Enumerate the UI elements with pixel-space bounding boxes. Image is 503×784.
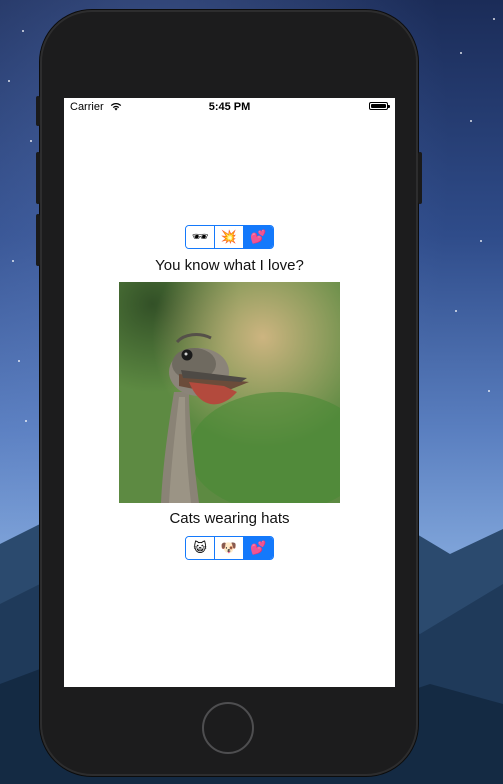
segment-collision[interactable]: 💥 [215, 226, 244, 248]
status-time: 5:45 PM [208, 101, 251, 113]
segment-two-hearts[interactable]: 💕 [244, 226, 273, 248]
volume-down-button [36, 214, 40, 266]
segment-two-hearts-bottom[interactable]: 💕 [244, 537, 273, 559]
mute-switch [36, 96, 40, 126]
two-hearts-icon: 💕 [250, 540, 267, 555]
volume-up-button [36, 152, 40, 204]
answer-label: Cats wearing hats [169, 510, 290, 527]
collision-icon: 💥 [220, 229, 238, 244]
power-button [418, 152, 422, 204]
home-button[interactable] [202, 702, 254, 754]
ostrich-photo [119, 282, 340, 503]
app-screen: Carrier 5:45 PM 🕶 💥 💕 You know what I lo… [64, 98, 395, 687]
cat-face-icon: 😺 [193, 540, 207, 555]
status-bar: Carrier 5:45 PM [64, 98, 395, 116]
segment-cat[interactable]: 😺 [186, 537, 215, 559]
segment-dog[interactable]: 🐶 [215, 537, 244, 559]
mood-segmented-control[interactable]: 🕶 💥 💕 [185, 225, 274, 249]
animal-segmented-control[interactable]: 😺 🐶 💕 [185, 536, 274, 560]
question-label: You know what I love? [155, 257, 304, 274]
two-hearts-icon: 💕 [250, 229, 267, 244]
dog-face-icon: 🐶 [220, 540, 238, 555]
segment-sunglasses[interactable]: 🕶 [186, 226, 215, 248]
battery-icon [369, 102, 390, 110]
sunglasses-icon: 🕶 [191, 229, 209, 244]
